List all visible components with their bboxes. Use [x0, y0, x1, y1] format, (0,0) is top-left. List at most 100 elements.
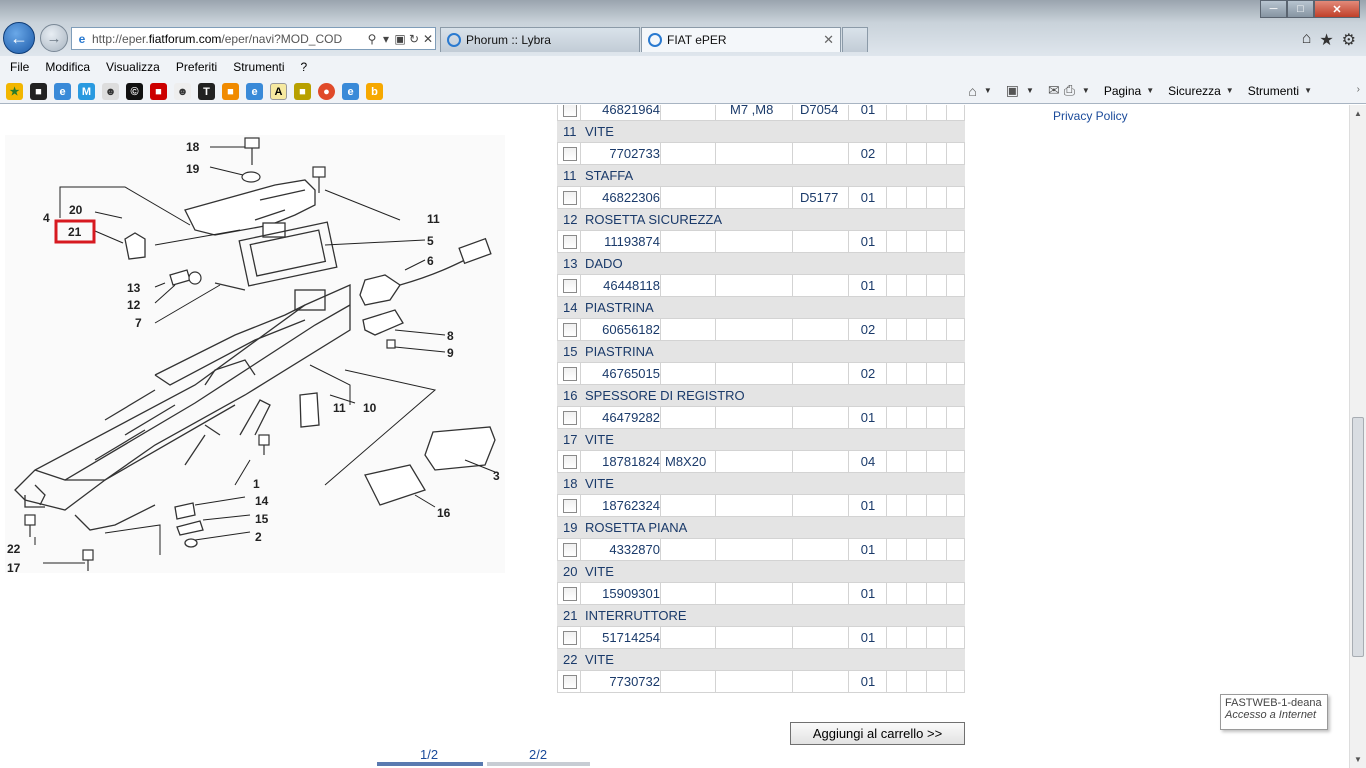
- mail-icon[interactable]: ✉: [1048, 82, 1060, 99]
- refresh-icon[interactable]: ↻: [407, 32, 421, 46]
- part-checkbox[interactable]: [563, 455, 577, 469]
- callout-9[interactable]: 9: [447, 346, 454, 360]
- address-url[interactable]: http://eper.fiatforum.com/eper/navi?MOD_…: [92, 32, 365, 46]
- settings-gear-icon[interactable]: ⚙: [1342, 30, 1356, 50]
- part-checkbox[interactable]: [563, 367, 577, 381]
- chevron-down-icon[interactable]: ▼: [1226, 86, 1234, 95]
- part-checkbox[interactable]: [563, 279, 577, 293]
- callout-11b[interactable]: 11: [333, 401, 346, 415]
- callout-4[interactable]: 4: [43, 211, 50, 225]
- forward-button[interactable]: →: [40, 24, 68, 52]
- chevron-down-icon[interactable]: ▼: [1082, 86, 1090, 95]
- callout-5[interactable]: 5: [427, 234, 434, 248]
- exploded-parts-diagram[interactable]: 18 19 20 4 21 11 5 6 13 12 7 8 9 11 10 1…: [5, 135, 505, 573]
- print-icon[interactable]: ⎙: [1064, 82, 1075, 99]
- callout-20[interactable]: 20: [69, 203, 83, 217]
- callout-1[interactable]: 1: [253, 477, 260, 491]
- back-button[interactable]: ←: [3, 22, 35, 54]
- callout-6[interactable]: 6: [427, 254, 434, 268]
- favorites-star-icon[interactable]: ★: [1319, 30, 1333, 50]
- compat-view-icon[interactable]: ▣: [393, 32, 407, 46]
- favorite-link-icon[interactable]: e: [246, 83, 263, 100]
- scrollbar-thumb[interactable]: [1352, 417, 1364, 657]
- callout-12[interactable]: 12: [127, 298, 141, 312]
- callout-21[interactable]: 21: [68, 225, 82, 239]
- chevron-down-icon[interactable]: ▼: [1026, 86, 1034, 95]
- new-tab-button[interactable]: [842, 27, 868, 52]
- callout-19[interactable]: 19: [186, 162, 200, 176]
- part-checkbox[interactable]: [563, 105, 577, 117]
- menu-file[interactable]: File: [10, 60, 29, 74]
- part-checkbox[interactable]: [563, 543, 577, 557]
- callout-8[interactable]: 8: [447, 329, 454, 343]
- part-checkbox[interactable]: [563, 499, 577, 513]
- menu-preferiti[interactable]: Preferiti: [176, 60, 217, 74]
- part-checkbox[interactable]: [563, 631, 577, 645]
- vertical-scrollbar[interactable]: ▲ ▼: [1349, 105, 1366, 768]
- callout-13[interactable]: 13: [127, 281, 141, 295]
- favorite-link-icon[interactable]: ■: [150, 83, 167, 100]
- dropdown-arrow-icon[interactable]: ▾: [379, 32, 393, 46]
- callout-22[interactable]: 22: [7, 542, 21, 556]
- favorite-link-icon[interactable]: M: [78, 83, 95, 100]
- menu-modifica[interactable]: Modifica: [45, 60, 90, 74]
- home-icon[interactable]: ⌂: [1302, 30, 1312, 50]
- command-strumenti[interactable]: Strumenti: [1248, 84, 1299, 98]
- scroll-up-arrow-icon[interactable]: ▲: [1354, 109, 1362, 118]
- callout-7[interactable]: 7: [135, 316, 142, 330]
- favorite-link-icon[interactable]: e: [342, 83, 359, 100]
- home-icon[interactable]: ⌂: [968, 83, 976, 99]
- chevron-down-icon[interactable]: ▼: [984, 86, 992, 95]
- callout-3[interactable]: 3: [493, 469, 500, 483]
- favorite-link-icon[interactable]: ☻: [102, 83, 119, 100]
- tab-close-icon[interactable]: ✕: [823, 32, 834, 48]
- chevron-down-icon[interactable]: ▼: [1146, 86, 1154, 95]
- chevron-right-icon[interactable]: ›: [1357, 84, 1360, 95]
- minimize-button[interactable]: ─: [1260, 0, 1287, 18]
- tab-fiat-eper[interactable]: FIAT ePER ✕: [641, 27, 841, 52]
- callout-18[interactable]: 18: [186, 140, 200, 154]
- part-checkbox[interactable]: [563, 235, 577, 249]
- callout-2[interactable]: 2: [255, 530, 262, 544]
- favorite-link-icon[interactable]: b: [366, 83, 383, 100]
- rss-feed-icon[interactable]: ▣: [1006, 82, 1019, 99]
- command-pagina[interactable]: Pagina: [1104, 84, 1141, 98]
- pager-page-1[interactable]: 1/2: [420, 747, 438, 762]
- menu-visualizza[interactable]: Visualizza: [106, 60, 160, 74]
- menu-strumenti[interactable]: Strumenti: [233, 60, 284, 74]
- callout-17[interactable]: 17: [7, 561, 21, 573]
- tab-phorum[interactable]: Phorum :: Lybra: [440, 27, 640, 52]
- callout-11[interactable]: 11: [427, 212, 440, 226]
- part-checkbox[interactable]: [563, 323, 577, 337]
- address-bar[interactable]: e http://eper.fiatforum.com/eper/navi?MO…: [71, 27, 436, 50]
- menu-help[interactable]: ?: [301, 60, 308, 74]
- favorite-link-icon[interactable]: ■: [30, 83, 47, 100]
- part-checkbox[interactable]: [563, 147, 577, 161]
- callout-15[interactable]: 15: [255, 512, 269, 526]
- favorite-link-icon[interactable]: ●: [318, 83, 335, 100]
- favorite-link-icon[interactable]: ■: [222, 83, 239, 100]
- part-checkbox[interactable]: [563, 191, 577, 205]
- callout-10[interactable]: 10: [363, 401, 377, 415]
- scroll-down-arrow-icon[interactable]: ▼: [1354, 755, 1362, 764]
- privacy-policy-link[interactable]: Privacy Policy: [1053, 109, 1128, 123]
- close-window-button[interactable]: ✕: [1314, 0, 1360, 18]
- pager-page-2[interactable]: 2/2: [529, 747, 547, 762]
- chevron-down-icon[interactable]: ▼: [1304, 86, 1312, 95]
- favorites-add-icon[interactable]: ★: [6, 83, 23, 100]
- favorite-link-icon[interactable]: ©: [126, 83, 143, 100]
- add-to-cart-button[interactable]: Aggiungi al carrello >>: [790, 722, 965, 745]
- favorite-link-icon[interactable]: ☻: [174, 83, 191, 100]
- favorite-link-icon[interactable]: e: [54, 83, 71, 100]
- favorite-link-icon[interactable]: A: [270, 83, 287, 100]
- maximize-button[interactable]: □: [1287, 0, 1314, 18]
- part-checkbox[interactable]: [563, 675, 577, 689]
- favorite-link-icon[interactable]: T: [198, 83, 215, 100]
- part-checkbox[interactable]: [563, 587, 577, 601]
- part-checkbox[interactable]: [563, 411, 577, 425]
- search-icon[interactable]: ⚲: [365, 32, 379, 46]
- stop-icon[interactable]: ✕: [421, 32, 435, 46]
- callout-14[interactable]: 14: [255, 494, 269, 508]
- favorite-link-icon[interactable]: ■: [294, 83, 311, 100]
- callout-16[interactable]: 16: [437, 506, 451, 520]
